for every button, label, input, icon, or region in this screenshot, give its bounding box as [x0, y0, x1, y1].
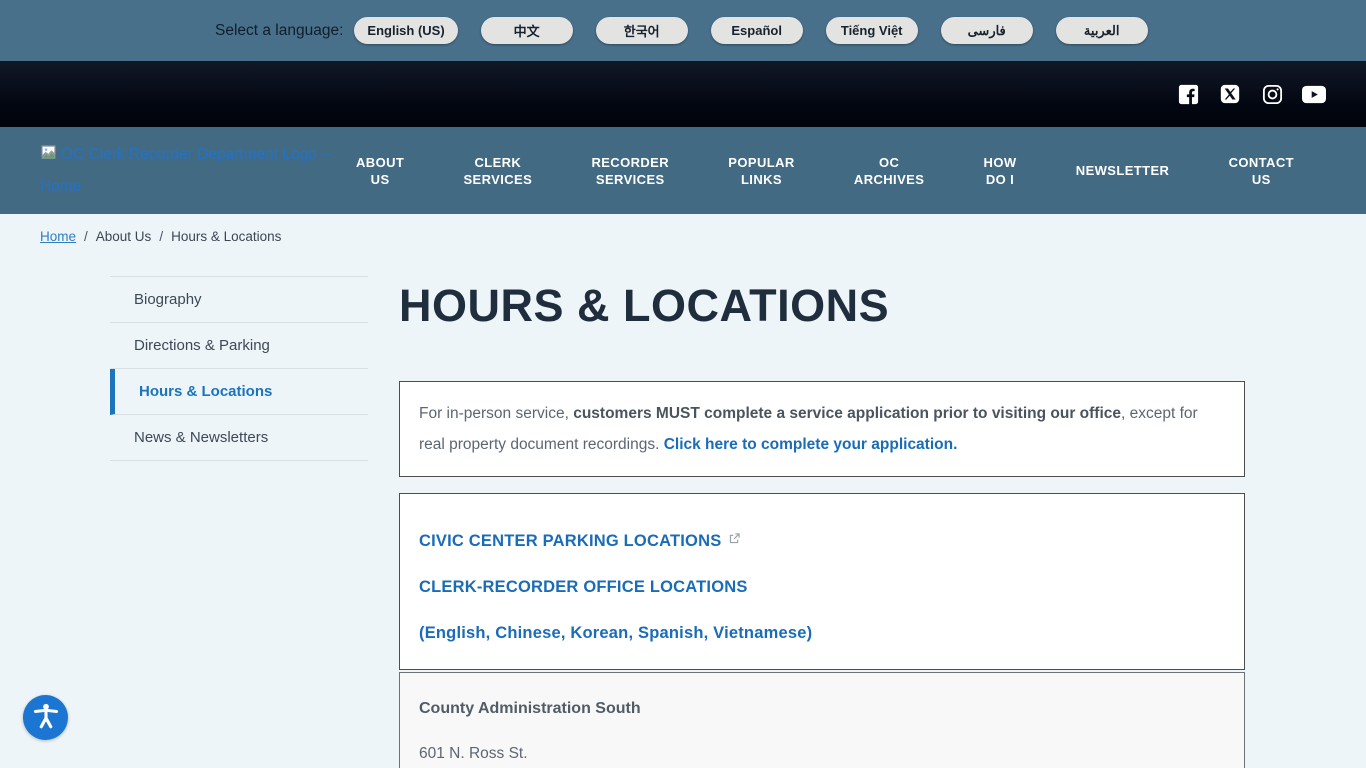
nav-item[interactable]: CONTACT US: [1229, 154, 1294, 188]
main-content: HOURS & LOCATIONS For in-person service,…: [399, 244, 1245, 768]
sidebar-item[interactable]: Hours & Locations: [110, 369, 368, 415]
links-box: CIVIC CENTER PARKING LOCATIONS CLERK-REC…: [399, 493, 1245, 670]
logo-alt-text: OC Clerk Recorder Department Logo -- Hom…: [40, 146, 332, 195]
language-button[interactable]: فارسی: [941, 17, 1033, 44]
language-pill-list: English (US) 中文 한국어 Español Tiếng Việt فارسی ا…: [354, 17, 1147, 44]
sidebar-item[interactable]: Directions & Parking: [110, 323, 368, 369]
language-label: Select a language:: [215, 22, 343, 40]
sidebar-nav: BiographyDirections & ParkingHours & Loc…: [110, 276, 368, 768]
language-button[interactable]: 中文: [481, 17, 573, 44]
nav-item[interactable]: CLERK SERVICES: [463, 154, 532, 188]
notice-text: For in-person service,: [419, 405, 573, 422]
office-locations-languages-link[interactable]: (English, Chinese, Korean, Spanish, Viet…: [419, 622, 1225, 644]
language-button[interactable]: English (US): [354, 17, 457, 44]
main-nav: OC Clerk Recorder Department Logo -- Hom…: [0, 127, 1366, 214]
youtube-icon[interactable]: [1302, 82, 1326, 106]
breadcrumb: HomeAbout UsHours & Locations: [0, 214, 1366, 244]
nav-item[interactable]: NEWSLETTER: [1076, 162, 1170, 179]
broken-image-icon: [40, 142, 57, 172]
language-button[interactable]: 한국어: [596, 17, 688, 44]
civic-center-parking-link[interactable]: CIVIC CENTER PARKING LOCATIONS: [419, 528, 1225, 552]
x-twitter-icon[interactable]: [1218, 82, 1242, 106]
location-name: County Administration South: [419, 700, 1225, 718]
language-bar: Select a language: English (US) 中文 한국어 Espa…: [0, 0, 1366, 61]
language-button[interactable]: العربية: [1056, 17, 1148, 44]
site-logo-link[interactable]: OC Clerk Recorder Department Logo -- Hom…: [40, 140, 332, 202]
nav-item[interactable]: OC ARCHIVES: [854, 154, 924, 188]
facebook-icon[interactable]: [1176, 82, 1200, 106]
instagram-icon[interactable]: [1260, 82, 1284, 106]
nav-links: ABOUT US CLERK SERVICES RECORDER SERVICES P…: [356, 154, 1294, 188]
office-locations-link[interactable]: CLERK-RECORDER OFFICE LOCATIONS: [419, 576, 1225, 598]
language-button[interactable]: Español: [711, 17, 803, 44]
notice-bold-text: customers MUST complete a service applic…: [573, 405, 1121, 422]
accessibility-widget-button[interactable]: [23, 695, 68, 740]
social-bar: [0, 61, 1366, 127]
location-card: County Administration South 601 N. Ross …: [399, 672, 1245, 768]
application-link[interactable]: Click here to complete your application.: [664, 436, 958, 453]
sidebar-item[interactable]: News & Newsletters: [110, 415, 368, 461]
language-button[interactable]: Tiếng Việt: [826, 17, 918, 44]
breadcrumb-item[interactable]: Home: [40, 229, 76, 244]
breadcrumb-item[interactable]: About Us: [76, 229, 151, 244]
nav-item[interactable]: RECORDER SERVICES: [591, 154, 669, 188]
nav-item[interactable]: HOW DO I: [984, 154, 1017, 188]
external-link-icon: [729, 530, 740, 548]
nav-item[interactable]: ABOUT US: [356, 154, 404, 188]
breadcrumb-item[interactable]: Hours & Locations: [151, 229, 281, 244]
nav-item[interactable]: POPULAR LINKS: [728, 154, 794, 188]
location-address-line: 601 N. Ross St.: [419, 740, 1225, 767]
page-title: HOURS & LOCATIONS: [399, 282, 1245, 330]
link-label: CIVIC CENTER PARKING LOCATIONS: [419, 532, 721, 550]
accessibility-icon: [31, 701, 61, 734]
sidebar-item[interactable]: Biography: [110, 276, 368, 323]
notice-box: For in-person service, customers MUST co…: [399, 381, 1245, 477]
location-address: 601 N. Ross St. Santa Ana, CA 92701: [419, 740, 1225, 768]
